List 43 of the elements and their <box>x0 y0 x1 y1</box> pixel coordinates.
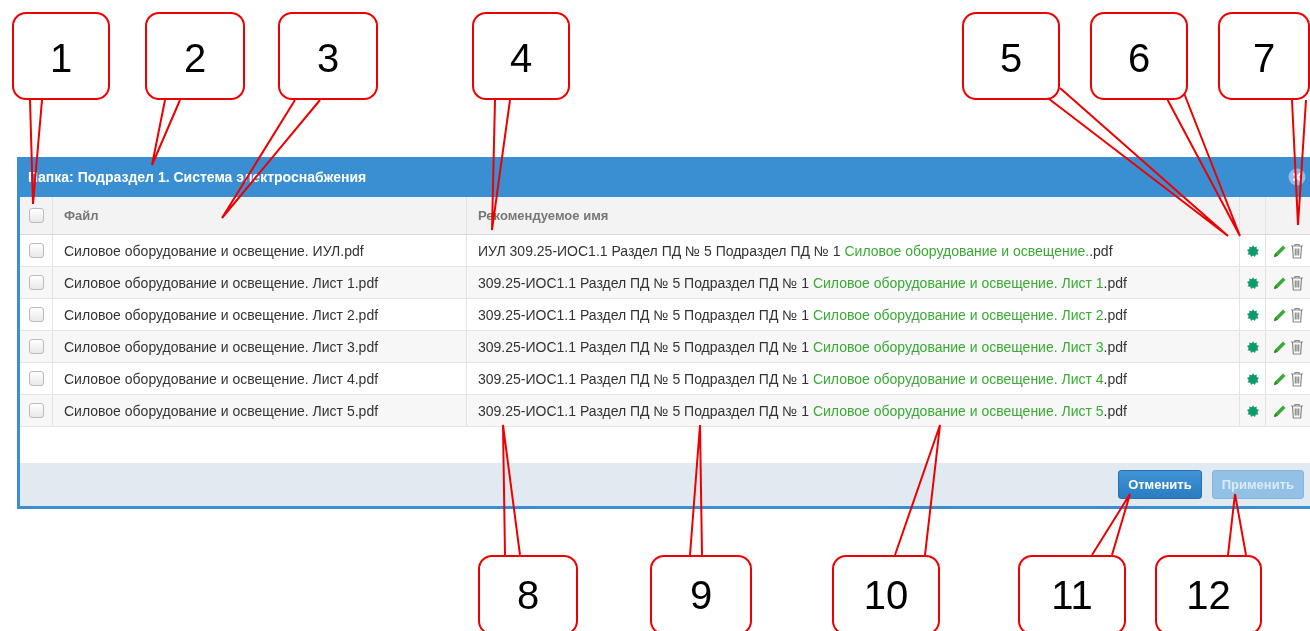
callout-label: 5 <box>962 12 1060 100</box>
callout-label: 4 <box>472 12 570 100</box>
leader-line <box>151 99 181 166</box>
suggested-name: 309.25-ИОС1.1 Раздел ПД № 5 Подраздел ПД № 1 Силовое оборудование и освещение. Лист 5.pdf <box>478 402 1127 419</box>
suggested-name: ИУЛ 309.25-ИОС1.1 Раздел ПД № 5 Подраздел ПД № 1 Силовое оборудование и освещение..pdf <box>478 242 1113 259</box>
callout-label: 7 <box>1218 12 1310 100</box>
leader-line <box>1227 493 1247 556</box>
checkbox[interactable] <box>28 339 44 354</box>
cancel-button[interactable]: Отменить <box>1118 470 1202 499</box>
checkbox[interactable] <box>28 243 44 258</box>
delete-icon[interactable] <box>1290 338 1304 355</box>
callout-label: 3 <box>278 12 378 100</box>
delete-icon[interactable] <box>1290 242 1304 259</box>
file-name: Силовое оборудование и освещение. Лист 1.pdf <box>64 274 379 291</box>
callout-label: 2 <box>145 12 245 100</box>
suggested-name: 309.25-ИОС1.1 Раздел ПД № 5 Подраздел ПД № 1 Силовое оборудование и освещение. Лист 3.pdf <box>478 338 1127 355</box>
checkbox[interactable] <box>28 371 44 386</box>
file-name: Силовое оборудование и освещение. Лист 5.pdf <box>64 402 379 419</box>
callout-label: 6 <box>1090 12 1188 100</box>
file-name: Силовое оборудование и освещение. Лист 3.pdf <box>64 338 379 355</box>
column-header: Файл <box>64 208 99 223</box>
callout-label: 11 <box>1018 555 1126 631</box>
suggested-name: 309.25-ИОС1.1 Раздел ПД № 5 Подраздел ПД № 1 Силовое оборудование и освещение. Лист 2.pdf <box>478 306 1127 323</box>
delete-icon[interactable] <box>1290 402 1304 419</box>
suggested-name: 309.25-ИОС1.1 Раздел ПД № 5 Подраздел ПД № 1 Силовое оборудование и освещение. Лист 1.pdf <box>478 274 1127 291</box>
callout-label: 8 <box>478 555 578 631</box>
leader-line <box>1091 493 1131 556</box>
checkbox[interactable] <box>28 403 44 418</box>
checkbox[interactable] <box>28 208 44 223</box>
file-name: Силовое оборудование и освещение. Лист 2.pdf <box>64 306 379 323</box>
callout-label: 12 <box>1155 555 1262 631</box>
close-icon[interactable] <box>1288 168 1306 186</box>
checkbox[interactable] <box>28 307 44 322</box>
delete-icon[interactable] <box>1290 370 1304 387</box>
file-name: Силовое оборудование и освещение. ИУЛ.pdf <box>64 242 364 259</box>
suggested-name: 309.25-ИОС1.1 Раздел ПД № 5 Подраздел ПД № 1 Силовое оборудование и освещение. Лист 4.pdf <box>478 370 1127 387</box>
callout-label: 1 <box>12 12 110 100</box>
file-name: Силовое оборудование и освещение. Лист 4.pdf <box>64 370 379 387</box>
delete-icon[interactable] <box>1290 274 1304 291</box>
callout-label: 9 <box>650 555 752 631</box>
delete-icon[interactable] <box>1290 306 1304 323</box>
checkbox[interactable] <box>28 275 44 290</box>
callout-label: 10 <box>832 555 940 631</box>
